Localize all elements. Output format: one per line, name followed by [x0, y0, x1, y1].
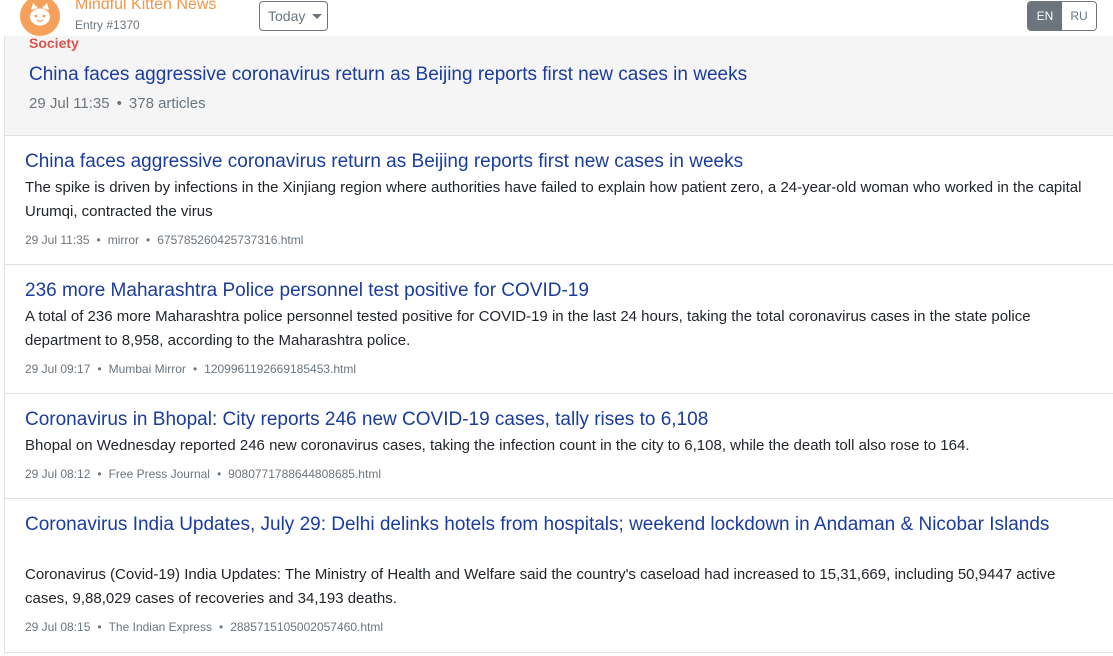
language-button-en[interactable]: EN	[1028, 2, 1062, 30]
article-file-link[interactable]: 1209961192669185453.html	[204, 362, 356, 376]
article-meta: 29 Jul 11:35 • mirror • 675785260425737316.h…	[25, 233, 303, 247]
article-item: China faces aggressive coronavirus retur…	[4, 136, 1113, 265]
article-time: 29 Jul 08:15	[25, 620, 91, 634]
article-meta: 29 Jul 08:12 • Free Press Journal • 90807717…	[25, 467, 381, 481]
article-time: 29 Jul 08:12	[25, 467, 91, 481]
article-title[interactable]: China faces aggressive coronavirus retur…	[25, 150, 1065, 174]
separator-dot: •	[97, 620, 102, 634]
article-description: Bhopal on Wednesday reported 246 new cor…	[25, 437, 970, 454]
separator-dot: •	[97, 362, 102, 376]
article-source: The Indian Express	[108, 620, 212, 634]
article-item: Coronavirus in Bhopal: City reports 246 …	[4, 394, 1113, 499]
cluster-meta: 29 Jul 11:35 • 378 articles	[29, 95, 206, 112]
article-file-link[interactable]: 9080771788644808685.html	[228, 467, 381, 481]
article-source: Free Press Journal	[108, 467, 210, 481]
article-title[interactable]: Coronavirus India Updates, July 29: Delh…	[25, 513, 1065, 537]
kitten-logo-icon[interactable]	[20, 0, 60, 36]
article-item: 236 more Maharashtra Police personnel te…	[4, 265, 1113, 394]
cluster-title[interactable]: China faces aggressive coronavirus retur…	[29, 64, 747, 86]
separator-dot: •	[146, 233, 151, 247]
article-source: Mumbai Mirror	[108, 362, 186, 376]
caret-down-icon	[312, 14, 322, 19]
article-item: Coronavirus India Updates, July 29: Delh…	[4, 499, 1113, 653]
article-title[interactable]: Coronavirus in Bhopal: City reports 246 …	[25, 408, 1065, 432]
article-description: Coronavirus (Covid-19) India Updates: Th…	[25, 566, 1056, 607]
article-description: A total of 236 more Maharashtra police p…	[25, 308, 1031, 349]
article-description: The spike is driven by infections in the…	[25, 179, 1082, 220]
article-file-link[interactable]: 2885715105002057460.html	[230, 620, 383, 634]
separator-dot: •	[97, 467, 102, 481]
article-title[interactable]: 236 more Maharashtra Police personnel te…	[25, 279, 1065, 303]
category-label[interactable]: Society	[29, 35, 79, 51]
top-navbar: Mindful Kitten News Entry #1370 Today EN…	[0, 0, 1113, 36]
separator-dot: •	[192, 362, 198, 376]
date-filter-dropdown[interactable]: Today	[259, 1, 328, 31]
separator-dot: •	[96, 233, 101, 247]
article-source: mirror	[107, 233, 140, 247]
article-meta: 29 Jul 08:15 • The Indian Express • 28857151…	[25, 620, 383, 634]
language-switcher: EN RU	[1027, 1, 1097, 31]
separator-dot: •	[218, 620, 224, 634]
article-meta: 29 Jul 09:17 • Mumbai Mirror • 1209961192669…	[25, 362, 356, 376]
cluster-time: 29 Jul 11:35	[29, 95, 110, 112]
article-file-link[interactable]: 675785260425737316.html	[157, 233, 303, 247]
article-time: 29 Jul 09:17	[25, 362, 91, 376]
separator-dot: •	[116, 95, 122, 112]
date-filter-label: Today	[268, 8, 306, 24]
cluster-count: 378 articles	[128, 95, 206, 112]
article-time: 29 Jul 11:35	[25, 233, 90, 247]
language-button-ru[interactable]: RU	[1062, 2, 1096, 30]
site-name[interactable]: Mindful Kitten News	[75, 0, 216, 14]
entry-number: Entry #1370	[75, 18, 140, 32]
separator-dot: •	[216, 467, 222, 481]
